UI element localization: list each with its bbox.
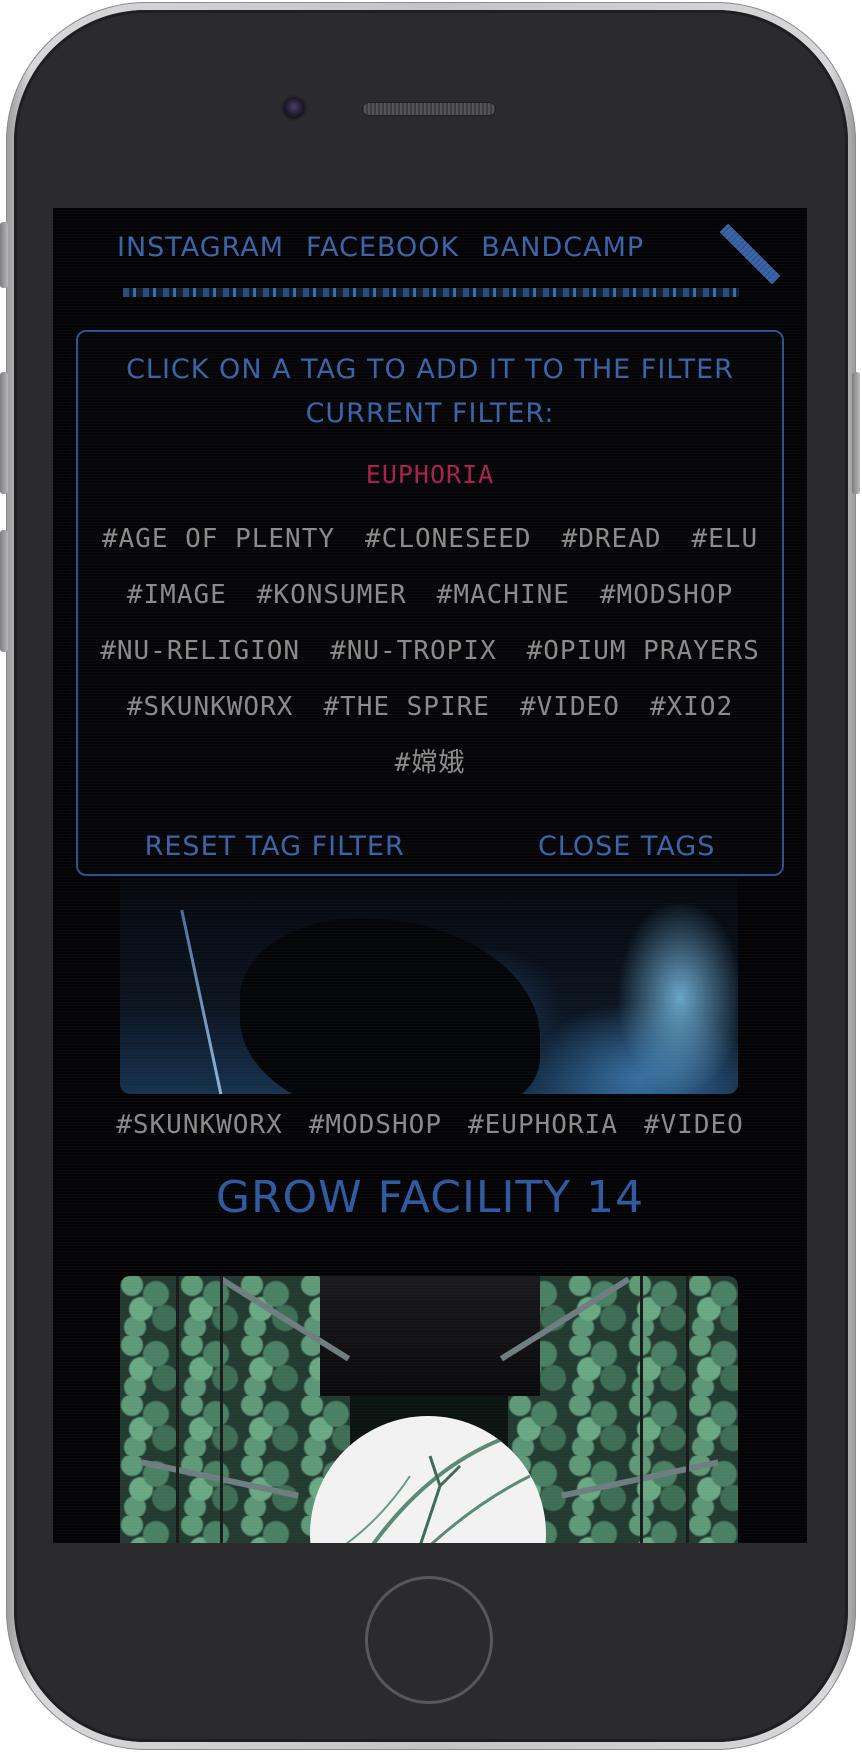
image-pole [220,1276,223,1543]
close-tags-button[interactable]: CLOSE TAGS [538,831,715,862]
tag-elu[interactable]: #ELU [692,511,759,567]
tag-age-of-plenty[interactable]: #AGE OF PLENTY [102,511,335,567]
post-tag-skunkworx[interactable]: #SKUNKWORX [116,1110,283,1140]
tag-image[interactable]: #IMAGE [127,567,227,623]
active-filter-tag[interactable]: EUPHORIA [78,460,782,489]
post-tag-video[interactable]: #VIDEO [644,1110,744,1140]
nav-link-bandcamp[interactable]: BANDCAMP [481,232,644,263]
post-image-grow-facility[interactable] [120,1276,738,1543]
post-tag-modshop[interactable]: #MODSHOP [309,1110,442,1140]
tag-konsumer[interactable]: #KONSUMER [257,567,407,623]
nav-link-instagram[interactable]: INSTAGRAM [117,232,284,263]
tag-modshop[interactable]: #MODSHOP [600,567,733,623]
earpiece-speaker [362,102,496,116]
image-pole [686,1276,689,1543]
top-navbar: INSTAGRAM FACEBOOK BANDCAMP [53,208,807,288]
home-button[interactable] [365,1576,493,1704]
volume-up-button [0,372,8,494]
tag-panel-instruction: CLICK ON A TAG TO ADD IT TO THE FILTER [126,354,734,385]
nav-link-facebook[interactable]: FACEBOOK [306,232,459,263]
post-tag-euphoria[interactable]: #EUPHORIA [468,1110,618,1140]
post-tags: #SKUNKWORX #MODSHOP #EUPHORIA #VIDEO [53,1110,807,1140]
tag-xio2[interactable]: #XIO2 [650,679,733,735]
tag-panel-actions: RESET TAG FILTER CLOSE TAGS [78,831,782,862]
tag-cloud: #AGE OF PLENTY #CLONESEED #DREAD #ELU #I… [92,511,768,791]
volume-down-button [0,530,8,652]
leaf-logo-icon [310,1416,546,1543]
tag-skunkworx[interactable]: #SKUNKWORX [127,679,294,735]
tag-nu-tropix[interactable]: #NU-TROPIX [330,623,497,679]
tag-nu-religion[interactable]: #NU-RELIGION [100,623,300,679]
tag-cloneseed[interactable]: #CLONESEED [365,511,532,567]
front-camera [283,97,305,119]
tag-change[interactable]: #嫦娥 [395,735,466,791]
phone-screen: INSTAGRAM FACEBOOK BANDCAMP CLICK ON A T… [53,208,807,1543]
image-light-streak [180,909,223,1094]
image-shadow-shape [240,918,540,1094]
previous-post-image-edge [123,288,739,297]
power-button [852,372,860,494]
current-filter-label: CURRENT FILTER: [305,398,555,429]
menu-toggle-icon[interactable] [719,223,781,285]
tag-dread[interactable]: #DREAD [562,511,662,567]
post-title[interactable]: GROW FACILITY 14 [53,1172,807,1223]
silent-switch [0,222,8,288]
tag-video[interactable]: #VIDEO [520,679,620,735]
reset-tag-filter-button[interactable]: RESET TAG FILTER [145,831,405,862]
image-ceiling [320,1276,540,1396]
image-pole [176,1276,179,1543]
tag-opium-prayers[interactable]: #OPIUM PRAYERS [527,623,760,679]
tag-filter-panel: CLICK ON A TAG TO ADD IT TO THE FILTER C… [76,330,784,876]
image-pole [640,1276,643,1543]
tag-the-spire[interactable]: #THE SPIRE [323,679,490,735]
social-links: INSTAGRAM FACEBOOK BANDCAMP [117,232,644,263]
tag-machine[interactable]: #MACHINE [437,567,570,623]
post-image[interactable] [120,878,738,1094]
